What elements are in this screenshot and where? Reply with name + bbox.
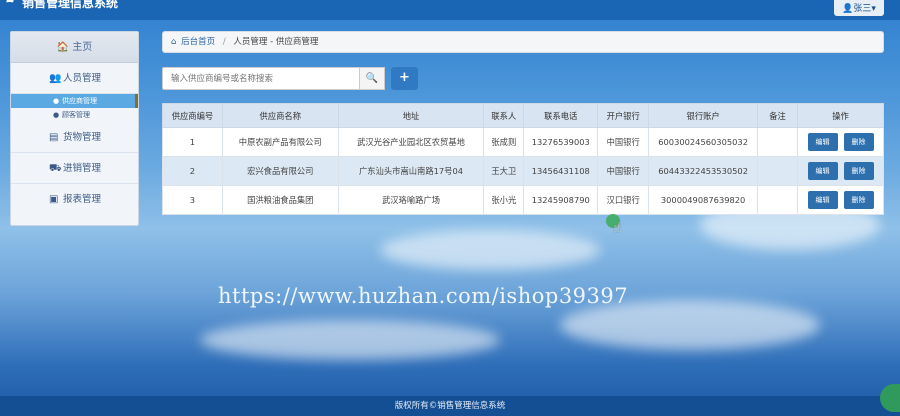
cell-address: 广东汕头市嵩山南路17号04: [337, 156, 485, 186]
add-supplier-button[interactable]: +: [391, 67, 418, 90]
edit-button[interactable]: 编辑: [807, 133, 838, 151]
pointer-cursor-icon: ☝: [613, 220, 622, 236]
logo-icon: ➦: [6, 0, 15, 7]
column-header: 联系人: [483, 103, 525, 128]
cell-bank: 中国银行: [597, 156, 650, 186]
sidebar-subitem-label: 顾客管理: [62, 111, 90, 119]
edit-button[interactable]: 编辑: [807, 162, 838, 180]
main-content: ⌂ 后台首页 / 人员管理 - 供应商管理 🔍 + 供应商编号 供应商名称 地址…: [150, 0, 900, 416]
cell-address: 武汉光谷产业园北区农贸基地: [337, 127, 485, 157]
cell-contact: 张小光: [483, 185, 525, 215]
table-row: 2 宏兴食品有限公司 广东汕头市嵩山南路17号04 王大卫 1345643110…: [162, 156, 884, 186]
column-header: 银行账户: [648, 103, 759, 128]
plus-icon: +: [399, 70, 410, 85]
supplier-table: 供应商编号 供应商名称 地址 联系人 联系电话 开户银行 银行账户 备注 操作 …: [162, 103, 884, 215]
cell-account: 3000049087639820: [648, 185, 759, 215]
sidebar-subitem-label: 供应商管理: [62, 97, 97, 105]
delete-button[interactable]: 删除: [843, 133, 874, 151]
search-icon: 🔍: [365, 73, 379, 84]
cell-actions: 编辑 删除: [797, 185, 884, 215]
cell-actions: 编辑 删除: [797, 127, 884, 157]
search-bar: 🔍: [162, 67, 385, 90]
user-icon: ●: [53, 97, 60, 105]
cell-phone: 13456431108: [523, 156, 599, 186]
delete-button[interactable]: 删除: [843, 191, 874, 209]
home-icon: ⌂: [171, 37, 177, 47]
table-row: 3 国洪粮油食品集团 武汉珞喻路广场 张小光 13245908790 汉口银行 …: [162, 185, 884, 215]
users-icon: 👥: [49, 73, 62, 84]
column-header: 供应商名称: [221, 103, 339, 128]
column-header: 供应商编号: [162, 103, 223, 128]
cell-note: [757, 185, 799, 215]
cell-note: [757, 156, 799, 186]
sidebar-item-label: 进销管理: [63, 163, 102, 174]
cell-note: [757, 127, 799, 157]
sidebar-item-reports[interactable]: ▣ 报表管理: [11, 184, 138, 215]
breadcrumb-home-link[interactable]: 后台首页: [181, 37, 215, 47]
user-icon: ●: [53, 111, 60, 119]
sidebar-home[interactable]: 🏠 主页: [11, 32, 138, 63]
column-header: 地址: [337, 103, 485, 128]
edit-button[interactable]: 编辑: [807, 191, 838, 209]
floating-badge[interactable]: [880, 384, 900, 412]
sidebar-home-label: 主页: [72, 42, 93, 53]
truck-icon: ⛟: [49, 163, 62, 174]
sidebar-item-staff[interactable]: 👥 人员管理: [11, 63, 138, 94]
cell-bank: 汉口银行: [597, 185, 650, 215]
search-button[interactable]: 🔍: [359, 67, 385, 90]
sidebar-item-sales[interactable]: ⛟ 进销管理: [11, 153, 138, 184]
cell-phone: 13245908790: [523, 185, 599, 215]
chart-icon: ▣: [49, 194, 59, 205]
sidebar-subitem-customer[interactable]: ● 顾客管理: [11, 108, 138, 122]
cell-name: 中原农副产品有限公司: [221, 127, 339, 157]
home-icon: 🏠: [56, 42, 70, 53]
cell-contact: 张成则: [483, 127, 525, 157]
table-row: 1 中原农副产品有限公司 武汉光谷产业园北区农贸基地 张成则 132765390…: [162, 127, 884, 157]
book-icon: ▤: [49, 132, 59, 143]
copyright-text: 版权所有©销售管理信息系统: [394, 401, 506, 411]
cell-name: 宏兴食品有限公司: [221, 156, 339, 186]
column-header: 开户银行: [597, 103, 650, 128]
sidebar: 🏠 主页 👥 人员管理 ● 供应商管理 ● 顾客管理 ▤ 货物管理 ⛟ 进销管理 ▣ 报表管…: [10, 31, 139, 226]
cell-name: 国洪粮油食品集团: [221, 185, 339, 215]
cell-address: 武汉珞喻路广场: [337, 185, 485, 215]
cell-bank: 中国银行: [597, 127, 650, 157]
breadcrumb: ⌂ 后台首页 / 人员管理 - 供应商管理: [162, 31, 884, 53]
cell-account: 60443322453530502: [648, 156, 759, 186]
footer: 版权所有©销售管理信息系统: [0, 396, 900, 416]
table-header-row: 供应商编号 供应商名称 地址 联系人 联系电话 开户银行 银行账户 备注 操作: [162, 103, 884, 128]
delete-button[interactable]: 删除: [843, 162, 874, 180]
column-header: 备注: [757, 103, 799, 128]
watermark-text: https://www.huzhan.com/ishop39397: [218, 284, 629, 308]
sidebar-item-label: 报表管理: [63, 194, 102, 205]
cell-phone: 13276539003: [523, 127, 599, 157]
breadcrumb-current: 人员管理 - 供应商管理: [233, 37, 319, 47]
sidebar-item-label: 人员管理: [63, 73, 102, 84]
column-header: 联系电话: [523, 103, 599, 128]
breadcrumb-separator: /: [222, 37, 226, 47]
cell-id: 3: [162, 185, 223, 215]
sidebar-subitem-supplier[interactable]: ● 供应商管理: [11, 94, 138, 108]
sidebar-item-goods[interactable]: ▤ 货物管理: [11, 122, 138, 153]
cell-contact: 王大卫: [483, 156, 525, 186]
column-header: 操作: [797, 103, 884, 128]
cell-id: 1: [162, 127, 223, 157]
app-title: 销售管理信息系统: [22, 0, 119, 10]
cell-id: 2: [162, 156, 223, 186]
cell-actions: 编辑 删除: [797, 156, 884, 186]
cell-account: 600300245603050​32: [648, 127, 759, 157]
search-input[interactable]: [162, 67, 360, 90]
sidebar-item-label: 货物管理: [63, 132, 102, 143]
